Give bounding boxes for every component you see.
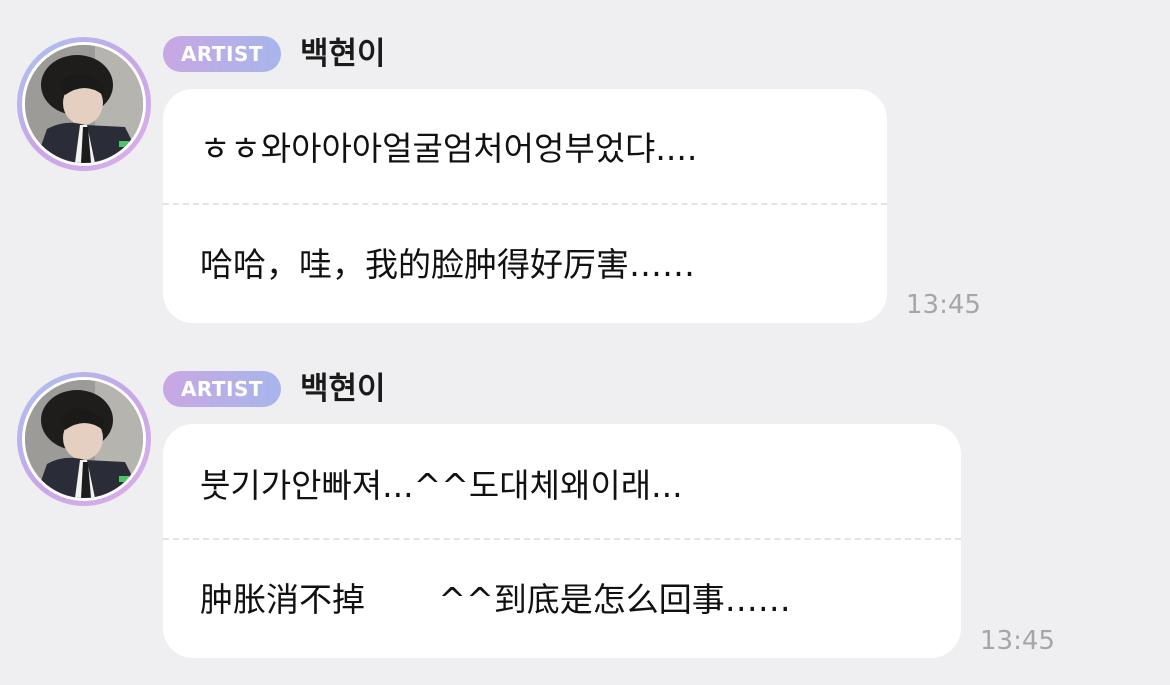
chat-message: ARTIST 백현이 붓기가안빠져...^^도대체왜이래... 肿胀消不掉 ^^… bbox=[0, 0, 1170, 685]
message-bubble[interactable]: 붓기가안빠져...^^도대체왜이래... 肿胀消不掉 ^^到底是怎么回事…… bbox=[163, 424, 961, 658]
message-timestamp: 13:45 bbox=[980, 626, 1055, 656]
translation-divider bbox=[163, 538, 961, 540]
sender-name[interactable]: 백현이 bbox=[300, 369, 386, 409]
message-translation-text: 肿胀消不掉 ^^到底是怎么回事…… bbox=[200, 580, 791, 619]
profile-photo bbox=[25, 380, 143, 498]
message-original-text: 붓기가안빠져...^^도대체왜이래... bbox=[200, 466, 683, 505]
avatar[interactable] bbox=[17, 372, 151, 506]
artist-badge: ARTIST bbox=[163, 371, 281, 407]
